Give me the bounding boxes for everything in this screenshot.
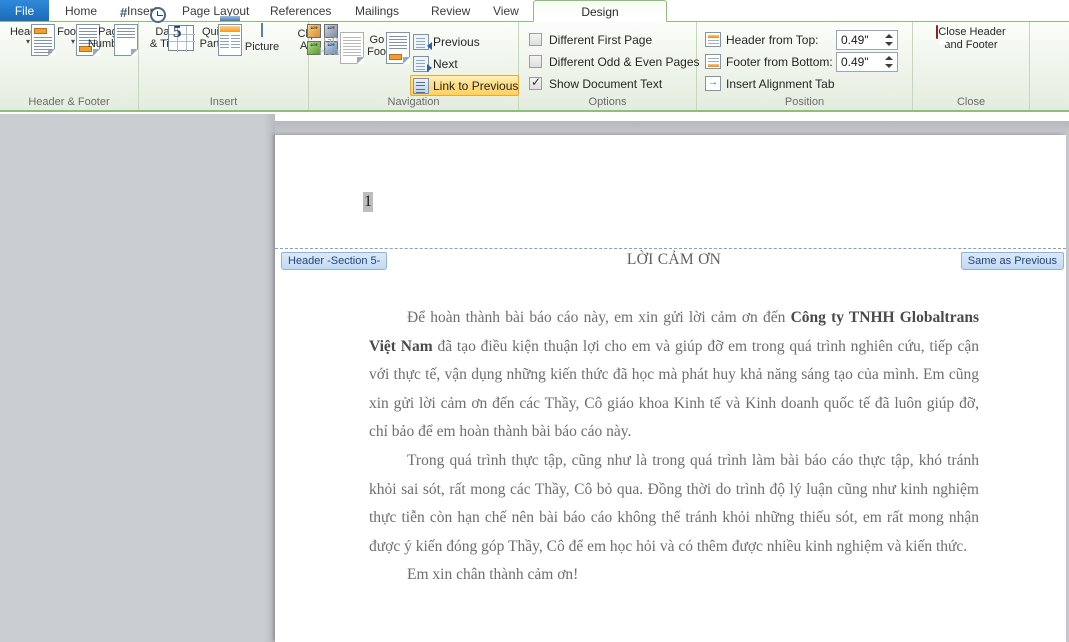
next-label: Next	[433, 57, 458, 71]
footer-from-bottom-icon	[705, 54, 721, 69]
tab-mailings[interactable]: Mailings	[345, 0, 409, 22]
document-text-body[interactable]: LỜI CẢM ƠN Để hoàn thành bài báo cáo này…	[369, 250, 979, 590]
document-title: LỜI CẢM ƠN	[626, 251, 722, 268]
stepper-arrows[interactable]	[883, 53, 895, 71]
document-workspace: 1 Header -Section 5- Same as Previous LỜ…	[0, 114, 1069, 642]
header-button[interactable]: Header ▾	[4, 24, 55, 56]
ribbon-group-insert: 5 Date & Time Quick Parts ▾	[139, 7, 338, 110]
tab-page-layout[interactable]: Page Layout	[172, 0, 259, 22]
page-number-button[interactable]: # Page Number ▾	[85, 6, 138, 56]
checkbox-label: Different Odd & Even Pages	[549, 55, 700, 69]
link-to-previous-label: Link to Previous	[433, 79, 519, 93]
picture-button[interactable]: Picture	[238, 23, 286, 53]
checkbox-icon[interactable]	[529, 33, 542, 46]
picture-label: Picture	[244, 41, 280, 53]
go-to-footer-button[interactable]: Go to Footer	[361, 32, 410, 64]
group-label-navigation: Navigation	[387, 96, 440, 108]
ribbon: Header ▾ Footer ▾ # Page Number Header &…	[0, 6, 1069, 112]
checkbox-show-document-text[interactable]: Show Document Text	[527, 74, 662, 94]
paragraph-2: Trong quá trình thực tập, cũng như là tr…	[369, 451, 979, 555]
close-header-and-footer-button[interactable]: Close Header and Footer	[925, 25, 1017, 52]
header-from-top-label: Header from Top:	[726, 33, 819, 47]
ribbon-group-close: Close Header and Footer Close	[913, 22, 1030, 110]
insert-alignment-tab-button[interactable]: Insert Alignment Tab	[705, 73, 905, 95]
header-boundary-line	[275, 248, 1066, 249]
word-application-window: File Home Insert Page Layout References …	[0, 0, 1069, 642]
checkbox-icon-checked[interactable]	[529, 74, 542, 90]
previous-label: Previous	[433, 35, 480, 49]
header-from-top-value[interactable]: 0.49"	[841, 31, 869, 49]
go-to-header-button[interactable]: Go to Header	[315, 32, 364, 64]
header-from-top-stepper[interactable]: 0.49"	[836, 30, 898, 50]
group-label-insert: Insert	[209, 96, 238, 108]
checkbox-label: Show Document Text	[549, 77, 663, 91]
group-label-position: Position	[784, 96, 825, 108]
document-page[interactable]: 1 Header -Section 5- Same as Previous LỜ…	[275, 135, 1066, 642]
checkbox-different-odd-even-pages[interactable]: Different Odd & Even Pages	[527, 52, 700, 72]
ribbon-group-header-footer: Header ▾ Footer ▾ # Page Number Header &…	[0, 6, 139, 110]
close-label-2: and Footer	[944, 39, 998, 51]
selected-page-number-field[interactable]: 1	[363, 192, 373, 212]
link-to-previous-button[interactable]: Link to Previous	[410, 75, 520, 96]
ribbon-group-navigation: Go to Header Go to Footer Previous Next …	[309, 22, 520, 110]
ribbon-group-options: Different First Page Different Odd & Eve…	[519, 22, 700, 110]
insert-alignment-tab-label: Insert Alignment Tab	[726, 77, 835, 91]
footer-from-bottom-stepper[interactable]: 0.49"	[836, 52, 898, 72]
next-button[interactable]: Next	[410, 53, 459, 74]
group-label-header-footer: Header & Footer	[28, 96, 110, 108]
date-and-time-button[interactable]: 5 Date & Time	[143, 7, 195, 52]
quick-parts-button[interactable]: Quick Parts ▾	[192, 16, 242, 56]
previous-button[interactable]: Previous	[410, 31, 481, 52]
checkbox-different-first-page[interactable]: Different First Page	[527, 30, 652, 50]
paragraph-1: Để hoàn thành bài báo cáo này, em xin gử…	[369, 304, 979, 447]
picture-icon	[261, 23, 263, 37]
paragraph-3: Em xin chân thành cảm ơn!	[407, 566, 579, 584]
stepper-arrows[interactable]	[883, 31, 895, 49]
tab-home[interactable]: Home	[55, 0, 107, 22]
tab-review[interactable]: Review	[421, 0, 480, 22]
tab-design[interactable]: Design	[533, 0, 667, 22]
tab-file[interactable]: File	[0, 0, 49, 22]
paragraph-1-part-a: Để hoàn thành bài báo cáo này, em xin gử…	[407, 309, 791, 326]
footer-from-bottom-row: Footer from Bottom: 0.49"	[705, 51, 905, 73]
footer-from-bottom-value[interactable]: 0.49"	[841, 53, 869, 71]
header-from-top-icon	[705, 32, 721, 47]
link-to-previous-icon	[413, 78, 429, 94]
header-from-top-row: Header from Top: 0.49"	[705, 29, 905, 51]
page-top-shadow	[275, 114, 1069, 135]
ribbon-group-position: Header from Top: 0.49" Footer from Botto…	[697, 22, 913, 110]
checkbox-icon[interactable]	[529, 55, 542, 68]
left-gutter-pane	[0, 114, 275, 642]
tab-references[interactable]: References	[260, 0, 341, 22]
tab-view[interactable]: View	[483, 0, 529, 22]
next-icon	[413, 56, 432, 72]
group-label-options: Options	[588, 96, 627, 108]
checkbox-label: Different First Page	[549, 33, 653, 47]
insert-alignment-tab-icon	[705, 73, 721, 93]
paragraph-1-part-b: đã tạo điều kiện thuận lợi cho em và giú…	[369, 337, 979, 441]
footer-from-bottom-label: Footer from Bottom:	[726, 55, 833, 69]
previous-icon	[413, 34, 432, 50]
group-label-close: Close	[956, 96, 986, 108]
